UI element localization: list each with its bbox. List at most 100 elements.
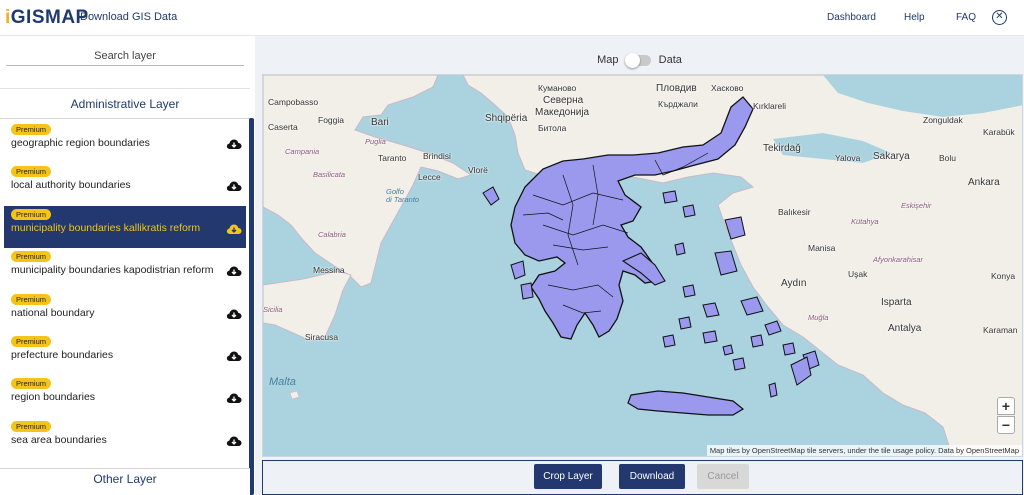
map-label-haskovo: Хасково — [711, 83, 744, 93]
map-label-campobasso: Campobasso — [268, 97, 319, 107]
map-label-brindisi: Brindisi — [423, 151, 451, 161]
map-label-kirklareli: Kırklareli — [753, 101, 787, 111]
map-label-kumanovo: Куманово — [538, 83, 577, 93]
map-canvas — [263, 75, 1022, 456]
map-label-manisa: Manisa — [808, 243, 836, 253]
cloud-download-icon[interactable] — [226, 308, 242, 320]
map-label-konya: Konya — [991, 271, 1016, 281]
layer-label: municipality boundaries kallikratis refo… — [11, 221, 201, 234]
view-toggle: Map Data — [255, 52, 1024, 68]
layer-item[interactable]: Premium sea area boundaries — [4, 418, 246, 460]
map-label-taranto: Taranto — [378, 153, 407, 163]
sidebar-scrollbar[interactable] — [249, 118, 254, 495]
cloud-download-icon[interactable] — [226, 180, 242, 192]
map-label-bolu: Bolu — [939, 153, 957, 163]
premium-badge: Premium — [11, 335, 52, 347]
layer-item[interactable]: Premium geographic region boundaries — [4, 121, 246, 163]
map-label-kutahya: Kütahya — [851, 217, 879, 226]
map-label-siracusa: Siracusa — [305, 332, 339, 342]
map-label-balikesir: Balıkesir — [778, 207, 811, 217]
cancel-button[interactable]: Cancel — [697, 464, 749, 489]
map-label-sicilia: Sicilia — [263, 305, 283, 314]
cloud-download-icon[interactable] — [226, 138, 242, 150]
layer-item[interactable]: Premium region boundaries — [4, 375, 246, 417]
switch-knob — [624, 52, 640, 68]
map-label-yalova: Yalova — [835, 153, 861, 163]
toggle-label-data: Data — [658, 54, 682, 67]
map-label-ankara: Ankara — [968, 177, 1000, 188]
map-data-switch[interactable] — [624, 52, 651, 68]
map-label-foggia: Foggia — [318, 115, 344, 125]
section-administrative-layer[interactable]: Administrative Layer — [0, 97, 250, 119]
close-icon[interactable]: ✕ — [992, 10, 1007, 25]
layer-list: Premium geographic region boundaries Premi… — [4, 121, 246, 460]
layer-label: municipality boundaries kapodistrian ref… — [11, 264, 214, 277]
map-label-severna: Северна — [543, 95, 584, 106]
action-bar: Crop Layer Download Cancel — [262, 460, 1023, 495]
map-label-caserta: Caserta — [268, 122, 298, 132]
zoom-out-button[interactable]: − — [997, 416, 1015, 434]
map-label-zonguldak: Zonguldak — [923, 115, 963, 125]
map-label-shqiperia: Shqipëria — [485, 113, 528, 124]
map-label-eskisehir: Eskişehir — [901, 201, 932, 210]
map-label-messina: Messina — [313, 265, 345, 275]
layer-item[interactable]: Premium municipality boundaries kallikrat… — [4, 205, 246, 249]
zoom-in-button[interactable]: + — [997, 397, 1015, 415]
gismap-logo[interactable]: iGISMAP — [5, 7, 89, 29]
map-label-vlore: Vlorë — [468, 165, 488, 175]
premium-badge: Premium — [11, 251, 52, 263]
nav-dashboard[interactable]: Dashboard — [827, 12, 876, 23]
nav-help[interactable]: Help — [904, 12, 925, 23]
layer-item[interactable]: Premium prefecture boundaries — [4, 333, 246, 375]
map-label-plovdiv: Пловдив — [656, 83, 697, 94]
download-button[interactable]: Download — [619, 464, 685, 489]
map-label-basilicata: Basilicata — [313, 170, 346, 179]
search-layer-input[interactable] — [6, 47, 244, 65]
map-view[interactable]: Campobasso Caserta Foggia Bari Taranto B… — [262, 74, 1023, 457]
layer-label: local authority boundaries — [11, 179, 131, 192]
nav-faq[interactable]: FAQ — [956, 12, 976, 23]
premium-badge: Premium — [11, 166, 52, 178]
search-field-wrap — [6, 46, 244, 66]
map-label-campania: Campania — [285, 147, 320, 156]
premium-badge: Premium — [11, 124, 52, 135]
map-label-kardzhali: Кърджали — [658, 99, 698, 109]
cloud-download-icon[interactable] — [226, 392, 242, 404]
premium-badge: Premium — [11, 420, 52, 432]
layer-item[interactable]: Premium national boundary — [4, 291, 246, 333]
map-attribution: Map tiles by OpenStreetMap tile servers,… — [706, 445, 1022, 456]
layer-label: prefecture boundaries — [11, 348, 114, 361]
map-label-isparta: Isparta — [881, 297, 912, 308]
map-label-sakarya: Sakarya — [873, 151, 910, 162]
crop-layer-button[interactable]: Crop Layer — [534, 464, 602, 489]
map-label-calabria: Calabria — [318, 230, 346, 239]
section-other-layer[interactable]: Other Layer — [0, 468, 250, 495]
layer-item[interactable]: Premium municipality boundaries kapodistr… — [4, 248, 246, 290]
top-header: iGISMAP Download GIS Data Dashboard Help… — [0, 0, 1024, 36]
map-label-aydin: Aydın — [781, 278, 807, 289]
layer-sidebar: Administrative Layer Premium geographic r… — [0, 36, 254, 495]
map-label-afyon: Afyonkarahisar — [873, 255, 924, 264]
app-title: Download GIS Data — [80, 11, 178, 23]
map-label-bari: Bari — [371, 117, 389, 128]
cloud-download-icon[interactable] — [226, 223, 242, 235]
layer-label: region boundaries — [11, 391, 96, 404]
map-label-malta: Malta — [269, 376, 296, 388]
sidebar-divider — [0, 88, 250, 89]
layer-label: sea area boundaries — [11, 433, 107, 446]
map-label-bitola: Битола — [538, 123, 567, 133]
map-label-karaman: Karaman — [983, 325, 1018, 335]
premium-badge: Premium — [11, 293, 52, 305]
map-label-antalya: Antalya — [888, 323, 922, 334]
premium-badge: Premium — [11, 208, 52, 220]
main-panel: Map Data Campobasso Caserta Foggia Bari … — [255, 36, 1024, 495]
cloud-download-icon[interactable] — [226, 350, 242, 362]
layer-item[interactable]: Premium local authority boundaries — [4, 163, 246, 205]
premium-badge: Premium — [11, 378, 52, 390]
map-label-lecce: Lecce — [418, 172, 441, 182]
toggle-label-map: Map — [597, 54, 619, 67]
cloud-download-icon[interactable] — [226, 435, 242, 447]
layer-label: geographic region boundaries — [11, 137, 150, 149]
map-label-mugla: Muğla — [808, 313, 829, 322]
cloud-download-icon[interactable] — [226, 265, 242, 277]
